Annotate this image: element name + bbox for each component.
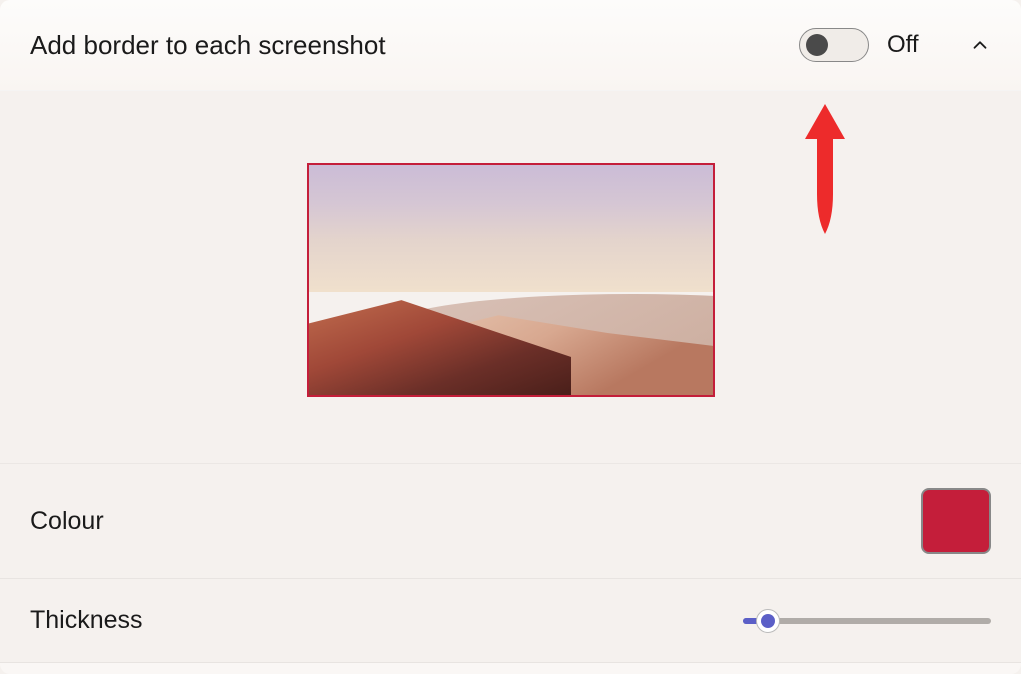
slider-track (743, 618, 991, 624)
slider-thumb[interactable] (756, 609, 780, 633)
preview-image (307, 163, 715, 397)
thickness-label: Thickness (30, 606, 743, 635)
toggle-state-label: Off (887, 31, 927, 59)
settings-panel: Add border to each screenshot Off (0, 0, 1021, 674)
settings-list: Colour Thickness (0, 463, 1021, 663)
setting-title: Add border to each screenshot (30, 30, 799, 61)
toggle-knob (806, 34, 828, 56)
content-body: Colour Thickness (0, 91, 1021, 663)
colour-row: Colour (0, 464, 1021, 579)
colour-label: Colour (30, 507, 921, 536)
toggle-group: Off (799, 28, 991, 62)
border-toggle[interactable] (799, 28, 869, 62)
chevron-up-icon[interactable] (969, 34, 991, 56)
preview-area (0, 91, 1021, 463)
colour-picker-button[interactable] (921, 488, 991, 554)
thickness-row: Thickness (0, 579, 1021, 663)
thickness-slider[interactable] (743, 610, 991, 632)
header-row[interactable]: Add border to each screenshot Off (0, 0, 1021, 91)
